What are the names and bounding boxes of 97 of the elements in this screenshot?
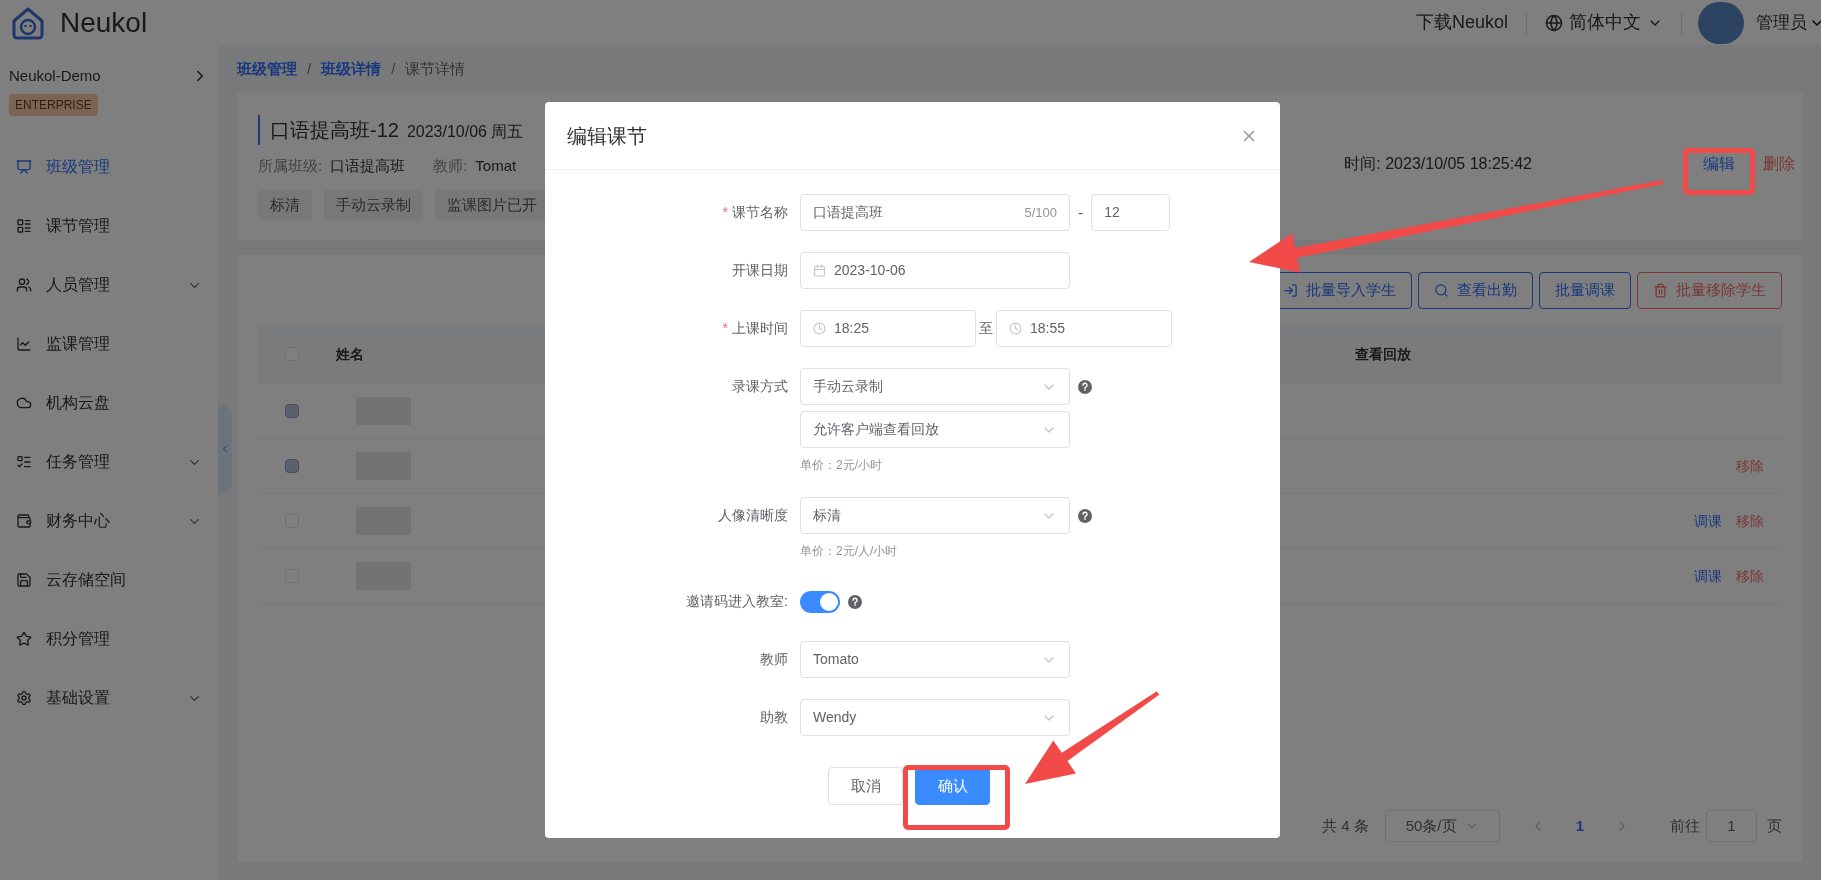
lesson-name-field[interactable]: 口语提高班 5/100 [800,194,1070,231]
meta-label: 教师: [433,156,468,176]
row-action-link[interactable]: 移除 [1736,565,1764,587]
row-action-link[interactable]: 调课 [1694,565,1722,587]
nav-item[interactable]: 财务中心 [0,491,218,551]
required-mark: * [722,319,728,338]
brand-name: Neukol [60,5,148,40]
field-label: 教师 [760,650,788,669]
user-name[interactable]: 管理员 [1756,9,1807,36]
toggle-switch[interactable] [800,590,840,613]
clock-icon [813,322,826,335]
nav-item[interactable]: 云存储空间 [0,550,218,610]
download-link[interactable]: 下载Neukol [1397,9,1526,36]
start-time-field[interactable]: 18:25 [800,310,976,347]
header-action-link[interactable]: 删除 [1763,152,1795,176]
row-action-link[interactable]: 调课 [1694,510,1722,532]
header-action-link[interactable]: 编辑 [1703,152,1735,176]
end-time-field[interactable]: 18:55 [996,310,1172,347]
field-label: 录课方式 [732,377,788,396]
field-label: 邀请码进入教室: [686,592,788,611]
nav-item[interactable]: 人员管理 [0,255,218,315]
meta-value: Tomat [475,156,517,176]
field-label: 课节名称 [732,203,788,222]
lesson-title: 口语提高班-12 [270,118,399,143]
created-time: 时间: 2023/10/05 18:25:42 [1344,154,1532,174]
nav-item[interactable]: 班级管理 [0,137,218,197]
lesson-tag: 标清 [258,189,312,220]
menu-icon [16,395,32,411]
toolbar-button[interactable]: 批量移除学生 [1637,272,1782,309]
menu-icon [16,336,32,352]
required-mark: * [722,203,728,222]
nav-item[interactable]: 监课管理 [0,314,218,374]
meta-label: 所属班级: [258,156,323,176]
highlight-frame [1683,148,1755,195]
nav-item[interactable]: 机构云盘 [0,373,218,433]
row-action-link[interactable]: 移除 [1736,510,1764,532]
breadcrumb-separator: / [391,58,396,79]
select-field[interactable]: Tomato [800,641,1070,678]
search-icon [1434,283,1449,298]
separator-text: - [1078,202,1084,223]
menu-icon [16,218,32,234]
toolbar-button[interactable]: 查看出勤 [1418,272,1533,309]
field-label: 助教 [760,708,788,727]
menu-icon [16,159,32,175]
plan-badge: ENTERPRISE [9,93,98,116]
org-name[interactable]: Neukol-Demo [9,65,101,88]
globe-icon [1545,13,1563,32]
trash-icon [1653,283,1668,298]
nav-item[interactable]: 任务管理 [0,432,218,492]
price-hint: 单价：2元/人/小时 [800,543,899,560]
avatar[interactable] [1698,1,1744,44]
nav-item[interactable]: 课节管理 [0,196,218,256]
menu-icon [16,454,32,470]
column-header: 姓名 [335,344,365,364]
lesson-date: 2023/10/06 周五 [406,122,524,142]
menu-icon [16,631,32,647]
import-icon [1283,283,1298,298]
page-number[interactable]: 1 [1561,814,1598,838]
range-separator: 至 [979,319,993,338]
page-suffix: 页 [1767,815,1782,836]
column-header: 查看回放 [1354,344,1411,364]
goto-label: 前往 [1670,815,1700,836]
select-field[interactable]: 标清 [800,497,1070,534]
help-icon[interactable] [1078,508,1092,523]
lesson-number-field[interactable]: 12 [1091,194,1171,231]
dialog-title: 编辑课节 [567,123,647,149]
nav-item[interactable]: 积分管理 [0,609,218,669]
field-label: 人像清晰度 [718,506,788,525]
menu-icon [16,690,32,706]
select-field[interactable]: 允许客户端查看回放 [800,411,1070,448]
calendar-icon [813,264,826,277]
select-field[interactable]: Wendy [800,699,1070,736]
breadcrumb-item: 课节详情 [405,58,466,79]
menu-icon [16,572,32,588]
page-size-select[interactable]: 50条/页 [1384,810,1500,842]
clock-icon [1009,322,1022,335]
help-icon[interactable] [1078,379,1092,394]
date-field[interactable]: 2023-10-06 [800,252,1070,289]
meta-value: 口语提高班 [330,156,406,176]
menu-icon [16,277,32,293]
total-count: 共 4 条 [1321,815,1369,836]
language-selector[interactable]: 简体中文 [1527,9,1681,36]
collapse-handle[interactable] [218,405,232,493]
breadcrumb-item[interactable]: 班级管理 [237,57,297,81]
help-icon[interactable] [848,594,862,609]
price-hint: 单价：2元/小时 [800,457,883,474]
field-label: 上课时间 [732,319,788,338]
breadcrumb-item[interactable]: 班级详情 [321,57,382,81]
breadcrumb-separator: / [307,58,312,79]
nav-item[interactable]: 基础设置 [0,668,218,728]
field-label: 开课日期 [732,261,788,280]
lesson-tag: 手动云录制 [324,189,423,220]
menu-icon [16,513,32,529]
select-field[interactable]: 手动云录制 [800,368,1070,405]
toolbar-button[interactable]: 批量调课 [1539,272,1631,309]
dialog-button[interactable]: 取消 [828,767,903,805]
goto-page-field[interactable]: 1 [1706,810,1757,842]
